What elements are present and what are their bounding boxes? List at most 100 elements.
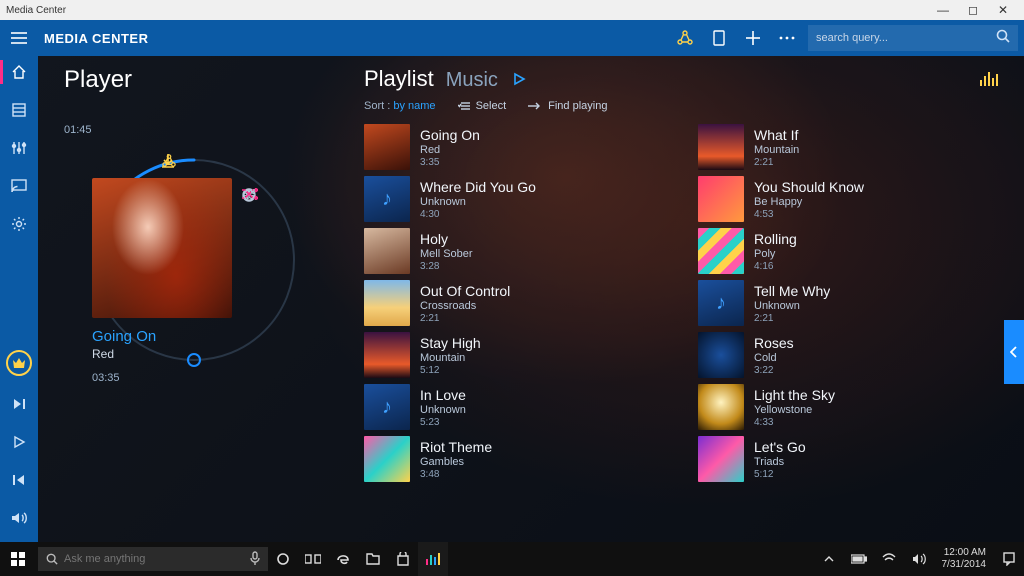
select-label: Select xyxy=(476,100,507,112)
start-button[interactable] xyxy=(0,542,36,576)
track-row[interactable]: RosesCold3:22 xyxy=(698,330,1004,380)
album-art[interactable] xyxy=(92,178,232,318)
track-meta: RosesCold3:22 xyxy=(754,335,794,376)
window-close-button[interactable]: ✕ xyxy=(988,3,1018,17)
track-duration: 4:30 xyxy=(420,209,536,220)
sidebar-equalizer[interactable] xyxy=(0,132,38,164)
now-playing-info: Going On Red xyxy=(92,328,156,361)
taskbar-date: 7/31/2014 xyxy=(942,559,987,571)
track-row[interactable]: Tell Me WhyUnknown2:21 xyxy=(698,278,1004,328)
battery-icon[interactable] xyxy=(844,542,874,576)
mic-icon[interactable] xyxy=(250,551,260,568)
track-row[interactable]: You Should KnowBe Happy4:53 xyxy=(698,174,1004,224)
find-label: Find playing xyxy=(548,100,607,112)
taskbar: 12:00 AM 7/31/2014 xyxy=(0,542,1024,576)
sidebar-settings[interactable] xyxy=(0,208,38,240)
search-icon[interactable] xyxy=(996,29,1010,48)
track-row[interactable]: Stay HighMountain5:12 xyxy=(364,330,670,380)
track-meta: In LoveUnknown5:23 xyxy=(420,387,466,428)
track-row[interactable]: What IfMountain2:21 xyxy=(698,122,1004,172)
sidebar-premium-badge[interactable] xyxy=(6,350,32,376)
sidebar-next[interactable] xyxy=(0,388,38,420)
track-artist: Cold xyxy=(754,352,794,364)
tray-up-icon[interactable] xyxy=(814,542,844,576)
playlist-heading: Playlist xyxy=(364,66,434,92)
track-meta: Stay HighMountain5:12 xyxy=(420,335,481,376)
track-title: What If xyxy=(754,127,799,143)
track-thumb xyxy=(364,384,410,430)
playlist-col-left: Going OnRed3:35 Where Did You GoUnknown4:… xyxy=(364,122,670,484)
taskbar-search[interactable] xyxy=(38,547,268,571)
track-thumb xyxy=(698,384,744,430)
track-meta: What IfMountain2:21 xyxy=(754,127,799,168)
track-meta: Light the SkyYellowstone4:33 xyxy=(754,387,835,428)
track-title: Going On xyxy=(420,127,480,143)
track-row[interactable]: Where Did You GoUnknown4:30 xyxy=(364,174,670,224)
track-duration: 4:16 xyxy=(754,261,797,272)
track-meta: Where Did You GoUnknown4:30 xyxy=(420,179,536,220)
explorer-icon[interactable] xyxy=(358,542,388,576)
sidebar-library[interactable] xyxy=(0,94,38,126)
taskbar-clock[interactable]: 12:00 AM 7/31/2014 xyxy=(934,547,995,571)
visualizer-icon[interactable] xyxy=(980,72,1004,91)
sort-label: Sort : xyxy=(364,100,390,112)
player-side-icons: as xyxy=(242,188,255,244)
more-icon[interactable] xyxy=(770,20,804,56)
track-row[interactable]: In LoveUnknown5:23 xyxy=(364,382,670,432)
wifi-icon[interactable] xyxy=(874,542,904,576)
sidebar-prev[interactable] xyxy=(0,464,38,496)
track-thumb xyxy=(364,280,410,326)
track-row[interactable]: HolyMell Sober3:28 xyxy=(364,226,670,276)
taskbar-search-input[interactable] xyxy=(64,553,244,565)
window-minimize-button[interactable]: — xyxy=(928,3,958,17)
app-taskbar-icon[interactable] xyxy=(418,542,448,576)
cortana-icon[interactable] xyxy=(268,542,298,576)
track-duration: 4:53 xyxy=(754,209,864,220)
content: Player 01:45 as xyxy=(38,20,1024,542)
track-thumb xyxy=(364,332,410,378)
search-input[interactable] xyxy=(816,32,996,44)
track-row[interactable]: Out Of ControlCrossroads2:21 xyxy=(364,278,670,328)
task-view-icon[interactable] xyxy=(298,542,328,576)
track-meta: Riot ThemeGambles3:48 xyxy=(420,439,492,480)
player-duration: 03:35 xyxy=(92,372,120,384)
play-all-icon[interactable] xyxy=(512,72,526,91)
track-row[interactable]: Light the SkyYellowstone4:33 xyxy=(698,382,1004,432)
notifications-icon[interactable] xyxy=(994,542,1024,576)
track-thumb xyxy=(364,124,410,170)
hamburger-button[interactable] xyxy=(0,20,38,56)
window-maximize-button[interactable]: ◻ xyxy=(958,3,988,17)
app-root: MEDIA CENTER xyxy=(0,20,1024,542)
player-pane: Player 01:45 as xyxy=(64,66,364,536)
track-row[interactable]: RollingPoly4:16 xyxy=(698,226,1004,276)
sidebar-cast[interactable] xyxy=(0,170,38,202)
select-button[interactable]: Select xyxy=(458,100,507,112)
track-duration: 5:12 xyxy=(420,365,481,376)
edge-icon[interactable] xyxy=(328,542,358,576)
track-title: Out Of Control xyxy=(420,283,510,299)
track-title: Stay High xyxy=(420,335,481,351)
track-artist: Be Happy xyxy=(754,196,864,208)
sidebar-volume[interactable] xyxy=(0,502,38,534)
add-icon[interactable] xyxy=(736,20,770,56)
track-title: Light the Sky xyxy=(754,387,835,403)
find-playing-button[interactable]: Find playing xyxy=(528,100,607,112)
device-icon[interactable] xyxy=(702,20,736,56)
track-duration: 4:33 xyxy=(754,417,835,428)
sidebar-play[interactable] xyxy=(0,426,38,458)
app-brand: MEDIA CENTER xyxy=(44,31,148,46)
track-duration: 3:35 xyxy=(420,157,480,168)
tray-volume-icon[interactable] xyxy=(904,542,934,576)
sort-value[interactable]: by name xyxy=(393,100,435,112)
side-drawer-handle[interactable] xyxy=(1004,320,1024,384)
track-row[interactable]: Going OnRed3:35 xyxy=(364,122,670,172)
track-row[interactable]: Riot ThemeGambles3:48 xyxy=(364,434,670,484)
track-duration: 2:21 xyxy=(754,157,799,168)
store-icon[interactable] xyxy=(388,542,418,576)
search-box[interactable] xyxy=(808,25,1018,51)
track-title: Holy xyxy=(420,231,473,247)
track-row[interactable]: Let's GoTriads5:12 xyxy=(698,434,1004,484)
app-header: MEDIA CENTER xyxy=(0,20,1024,56)
sidebar-home[interactable] xyxy=(0,56,38,88)
share-icon[interactable] xyxy=(668,20,702,56)
